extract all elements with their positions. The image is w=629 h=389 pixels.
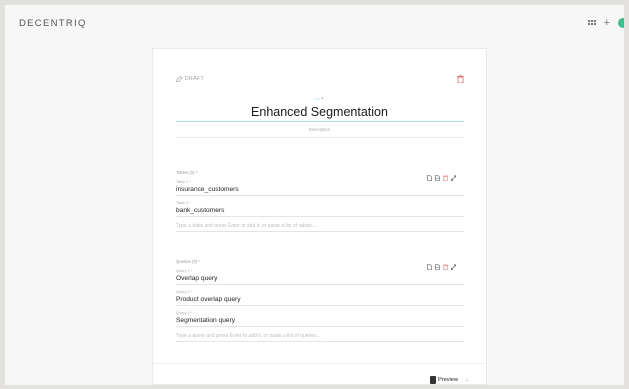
query-3-label: Query 3 * [176, 311, 193, 315]
top-bar: DECENTRIQ + [5, 5, 624, 41]
preview-button[interactable]: Preview → [430, 376, 470, 384]
add-table-input[interactable]: Type a table and press Enter to add it, … [176, 223, 316, 229]
query-1-label: Query 1 * [176, 269, 193, 273]
tables-file-icon[interactable] [427, 168, 432, 181]
preview-label: Preview [438, 377, 458, 383]
query-1-underline [176, 284, 464, 285]
table-1-underline [176, 195, 464, 196]
sparkle-icon [314, 97, 324, 100]
description-input[interactable]: Description [153, 127, 486, 132]
queries-expand-icon[interactable] [451, 257, 456, 270]
brand-logo[interactable]: DECENTRIQ [19, 18, 87, 29]
add-table-underline [176, 231, 464, 232]
query-2-underline [176, 305, 464, 306]
data-room-title[interactable]: Enhanced Segmentation [153, 105, 486, 119]
add-icon[interactable]: + [604, 16, 610, 30]
tables-actions [427, 168, 456, 182]
data-room-card: DRAFT Enhanced Segmentation Description … [152, 48, 487, 385]
arrow-right-icon: → [463, 377, 470, 383]
table-2-label: Table 2 * [176, 201, 191, 205]
app-window: DECENTRIQ + DRAFT Enhanced Segmentation [5, 5, 624, 385]
delete-data-room-icon[interactable] [457, 75, 464, 83]
query-2-input[interactable]: Product overlap query [176, 296, 241, 303]
user-avatar[interactable] [618, 18, 624, 28]
table-2-input[interactable]: bank_customers [176, 207, 224, 214]
tables-doc-icon[interactable] [435, 168, 440, 181]
tables-expand-icon[interactable] [451, 168, 456, 181]
query-2-label: Query 2 * [176, 290, 193, 294]
table-2-underline [176, 216, 464, 217]
queries-delete-icon[interactable] [443, 257, 448, 271]
apps-grid-icon[interactable] [588, 16, 596, 30]
description-underline [176, 137, 464, 138]
queries-section-label: Queries (3) * [176, 259, 200, 264]
queries-actions [427, 257, 456, 271]
tables-section-label: Tables (2) * [176, 170, 198, 175]
footer-divider [153, 363, 486, 364]
query-3-underline [176, 326, 464, 327]
add-query-underline [176, 341, 464, 342]
add-query-input[interactable]: Type a query and press Enter to add it, … [176, 333, 321, 339]
table-1-input[interactable]: insurance_customers [176, 186, 239, 193]
draft-status: DRAFT [176, 76, 204, 82]
tables-delete-icon[interactable] [443, 168, 448, 182]
table-1-label: Table 1 * [176, 180, 191, 184]
query-1-input[interactable]: Overlap query [176, 275, 217, 282]
query-3-input[interactable]: Segmentation query [176, 317, 235, 324]
edit-icon [176, 76, 183, 82]
document-icon [430, 376, 436, 384]
title-underline [176, 121, 464, 122]
queries-file-icon[interactable] [427, 257, 432, 270]
queries-doc-icon[interactable] [435, 257, 440, 270]
draft-label: DRAFT [185, 76, 205, 82]
